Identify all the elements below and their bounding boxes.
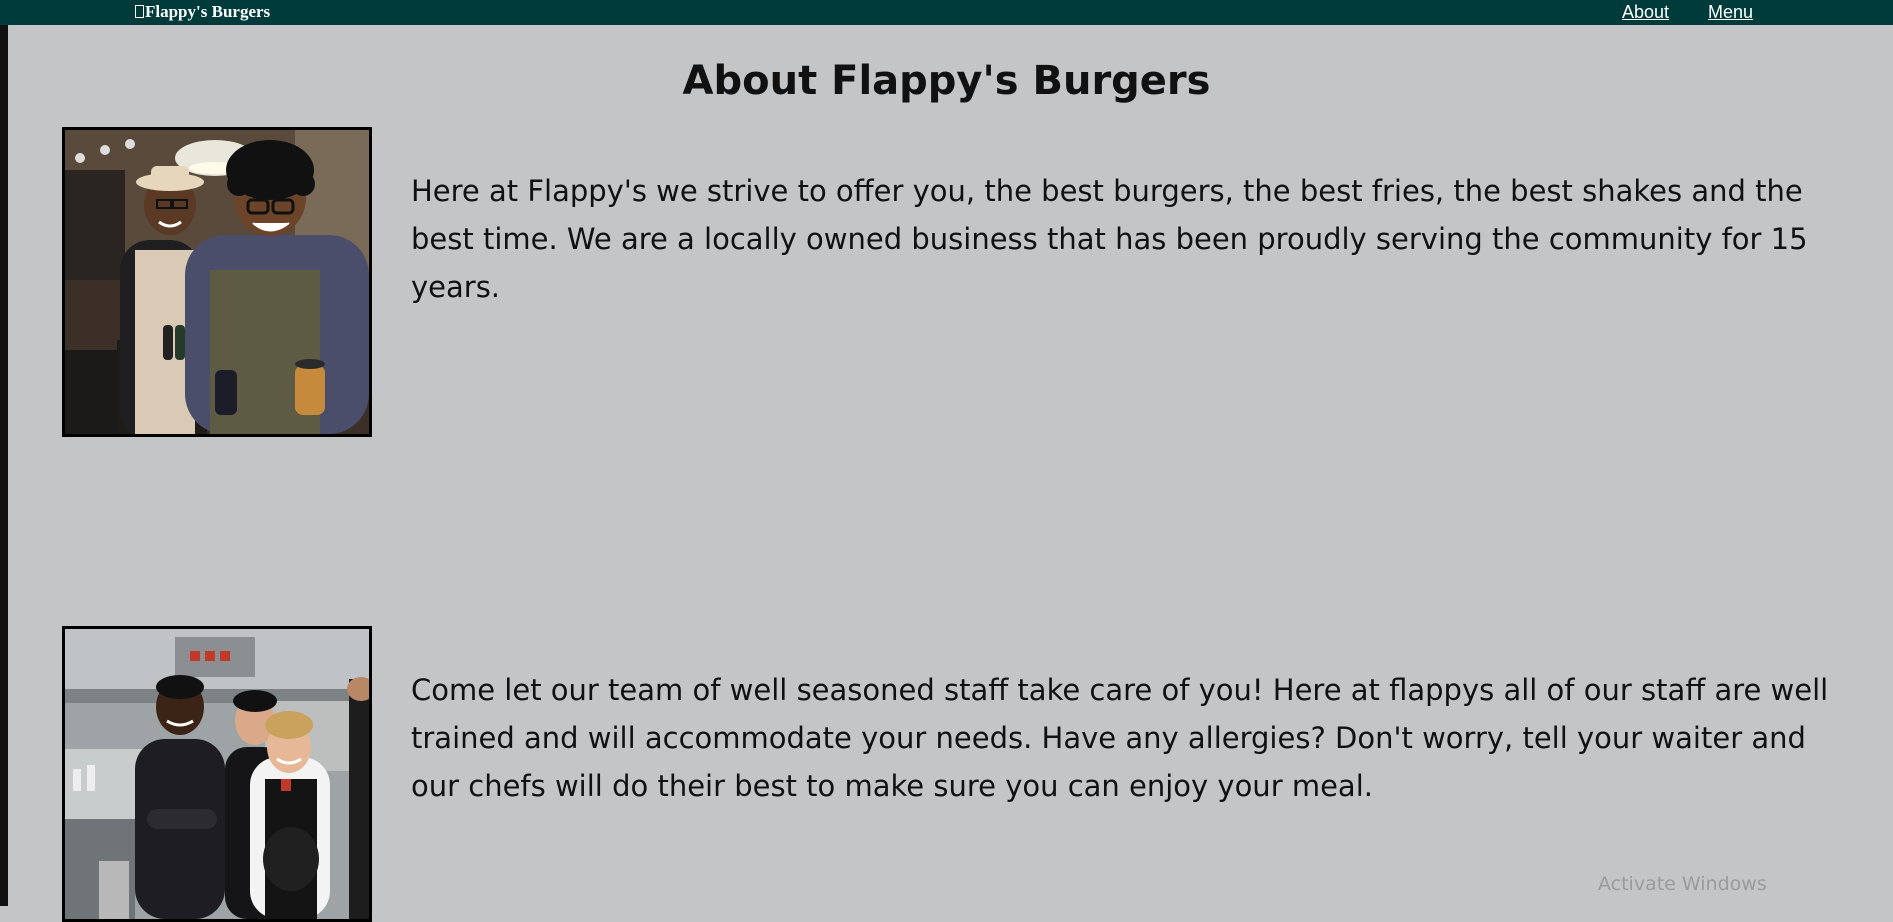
missing-glyph-icon (135, 5, 144, 18)
brand-logo[interactable]: Flappy's Burgers (135, 2, 270, 22)
activate-windows-watermark: Activate Windows (1598, 873, 1767, 895)
nav-link-menu[interactable]: Menu (1708, 2, 1753, 23)
kitchen-staff-photo (62, 626, 372, 922)
brand-name: Flappy's Burgers (145, 2, 271, 21)
about-paragraph-2: Come let our team of well seasoned staff… (411, 673, 1829, 803)
about-paragraph-1: Here at Flappy's we strive to offer you,… (411, 174, 1808, 304)
nav-link-about[interactable]: About (1622, 2, 1669, 23)
page-title: About Flappy's Burgers (682, 58, 1211, 104)
staff-duo-photo (62, 127, 372, 437)
top-navbar: Flappy's Burgers About Menu (0, 0, 1893, 25)
window-left-edge (0, 0, 8, 906)
